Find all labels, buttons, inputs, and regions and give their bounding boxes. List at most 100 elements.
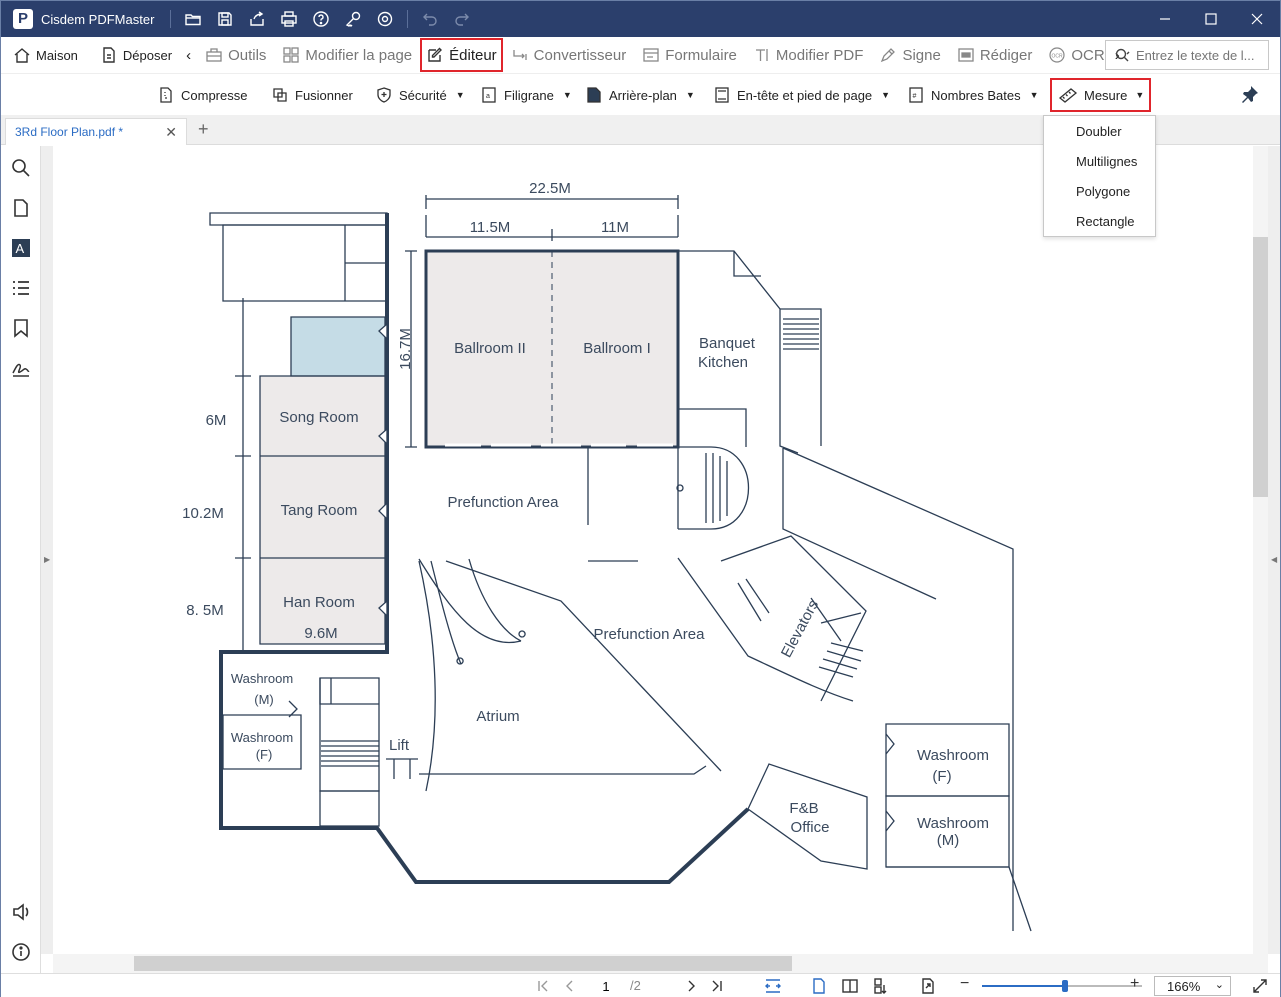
save-icon[interactable]	[209, 1, 241, 37]
dropdown-caret-icon: ▼	[1135, 90, 1145, 100]
share-icon[interactable]	[241, 1, 273, 37]
modify-pdf-button[interactable]: Modifier PDF	[745, 37, 872, 73]
measure-menu-item-multilignes[interactable]: Multilignes	[1076, 154, 1137, 169]
room-label: Elevators	[778, 597, 822, 660]
search-box[interactable]	[1105, 40, 1269, 70]
title-separator	[407, 10, 409, 28]
compress-button[interactable]: Compresse	[158, 84, 247, 106]
edit-icon	[428, 47, 443, 62]
title-bar: P Cisdem PDFMaster	[1, 1, 1280, 37]
app-window: P Cisdem PDFMaster Maison Déposer ‹ Outi…	[0, 0, 1281, 997]
document-canvas[interactable]: 22.5M 11.5M 11M 16.7M Ballroom II Ballro…	[53, 146, 1253, 954]
signature-icon[interactable]	[11, 358, 31, 378]
zoom-select[interactable]: 166% ⌄	[1154, 976, 1231, 996]
upload-label: Déposer	[122, 47, 173, 63]
form-button[interactable]: Formulaire	[634, 37, 745, 73]
dimension-label: 22.5M	[529, 180, 571, 197]
measure-menu-item-rectangle[interactable]: Rectangle	[1076, 214, 1135, 229]
header-footer-label: En-tête et pied de page	[737, 87, 873, 103]
svg-text:a: a	[486, 93, 490, 100]
background-label: Arrière-plan	[609, 87, 677, 103]
converter-button[interactable]: Convertisseur	[503, 37, 635, 73]
sign-label: Signe	[902, 46, 941, 64]
text-cursor-icon	[755, 49, 768, 61]
expand-right-icon[interactable]: ◀	[1271, 555, 1277, 564]
audio-icon[interactable]	[11, 902, 31, 922]
pin-icon[interactable]	[1241, 85, 1259, 103]
header-footer-button[interactable]: En-tête et pied de page ▼	[714, 84, 890, 106]
room-label: (M)	[254, 692, 274, 707]
chevron-left-icon[interactable]: ‹	[180, 47, 197, 64]
search-icon[interactable]	[11, 158, 31, 178]
redact-button[interactable]: Rédiger	[949, 37, 1041, 73]
info-icon[interactable]	[11, 942, 31, 962]
modify-page-button[interactable]: Modifier la page	[274, 37, 420, 73]
scroll-view-icon[interactable]	[872, 977, 890, 995]
minimize-icon[interactable]	[1142, 1, 1188, 37]
settings-icon[interactable]	[369, 1, 401, 37]
merge-button[interactable]: Fusionner	[272, 84, 353, 106]
measure-menu-item-polygone[interactable]: Polygone	[1076, 184, 1130, 199]
svg-text:A: A	[16, 241, 25, 256]
svg-text:OCR: OCR	[1052, 54, 1064, 60]
next-page-icon[interactable]	[682, 977, 700, 995]
page-number-input[interactable]	[591, 977, 621, 995]
zoom-slider-fill	[982, 985, 1066, 987]
text-annotation-icon[interactable]: A	[11, 238, 31, 258]
bookmark-icon[interactable]	[11, 318, 31, 338]
vertical-scroll-thumb[interactable]	[1253, 237, 1268, 497]
watermark-button[interactable]: a Filigrane ▼	[481, 84, 572, 106]
bates-button[interactable]: # Nombres Bates ▼	[908, 84, 1039, 106]
expand-left-icon[interactable]: ▶	[44, 555, 50, 564]
redo-icon[interactable]	[446, 1, 478, 37]
folder-open-icon[interactable]	[177, 1, 209, 37]
undo-icon[interactable]	[414, 1, 446, 37]
add-tab-icon[interactable]: +	[198, 119, 209, 140]
search-input[interactable]	[1136, 47, 1256, 63]
room-label: (F)	[256, 747, 273, 762]
maximize-icon[interactable]	[1188, 1, 1234, 37]
app-name: Cisdem PDFMaster	[41, 11, 155, 27]
room-label: (M)	[937, 832, 960, 849]
sign-button[interactable]: Signe	[871, 37, 948, 73]
close-icon[interactable]	[1234, 1, 1280, 37]
home-button[interactable]: Maison	[5, 37, 86, 73]
help-icon[interactable]	[305, 1, 337, 37]
outline-list-icon[interactable]	[11, 278, 31, 298]
close-tab-icon[interactable]: ✕	[165, 124, 177, 141]
horizontal-scroll-thumb[interactable]	[134, 956, 792, 971]
two-page-view-icon[interactable]	[841, 977, 859, 995]
fullscreen-icon[interactable]	[1251, 977, 1269, 995]
status-bar: /2 − + 166% ⌄	[1, 973, 1280, 997]
previous-page-icon[interactable]	[561, 977, 579, 995]
background-button[interactable]: Arrière-plan ▼	[586, 84, 695, 106]
document-icon	[103, 47, 115, 63]
first-page-icon[interactable]	[534, 977, 552, 995]
last-page-icon[interactable]	[708, 977, 726, 995]
measure-menu-item-doubler[interactable]: Doubler	[1076, 124, 1122, 139]
upload-button[interactable]: Déposer	[92, 37, 180, 73]
fit-width-icon[interactable]	[764, 977, 782, 995]
zoom-in-icon[interactable]: +	[1130, 975, 1139, 993]
zoom-slider-handle[interactable]	[1062, 980, 1068, 992]
editor-button[interactable]: Éditeur	[420, 38, 503, 72]
tools-button[interactable]: Outils	[197, 37, 274, 73]
print-icon[interactable]	[273, 1, 305, 37]
page-thumbnail-icon[interactable]	[11, 198, 31, 218]
watermark-icon: a	[482, 87, 496, 103]
title-separator	[170, 10, 172, 28]
single-page-view-icon[interactable]	[810, 977, 828, 995]
dropdown-caret-icon: ▼	[1029, 90, 1039, 100]
modify-page-label: Modifier la page	[305, 46, 413, 64]
security-button[interactable]: Sécurité ▼	[376, 84, 465, 106]
document-tab[interactable]: 3Rd Floor Plan.pdf * ✕	[5, 118, 187, 145]
ocr-button[interactable]: OCR OCR	[1040, 37, 1112, 73]
zoom-out-icon[interactable]: −	[960, 975, 969, 993]
key-icon[interactable]	[337, 1, 369, 37]
form-label: Formulaire	[665, 46, 737, 64]
ocr-label: OCR	[1071, 46, 1105, 64]
room-label: Kitchen	[698, 354, 748, 371]
rotate-page-icon[interactable]	[919, 977, 937, 995]
measure-button[interactable]: Mesure ▼	[1050, 78, 1151, 112]
room-label: Banquet	[699, 335, 756, 352]
